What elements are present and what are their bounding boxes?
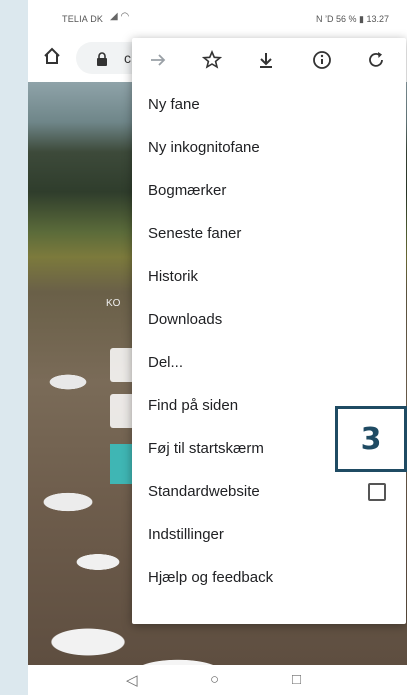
info-icon[interactable] [312,50,332,70]
step-number-callout: 3 [335,406,407,472]
forward-icon[interactable] [148,50,168,70]
url-text: c [124,50,131,66]
carrier-label: TELIA DK [62,14,104,24]
browser-overflow-menu: Ny fane Ny inkognitofane Bogmærker Senes… [132,38,406,624]
menu-item-label: Ny inkognitofane [148,139,260,156]
menu-item-new-incognito-tab[interactable]: Ny inkognitofane [132,125,406,168]
menu-item-recent-tabs[interactable]: Seneste faner [132,211,406,254]
status-right-text: N ’D 56 % ▮ 13.27 [316,14,389,24]
menu-item-share[interactable]: Del... [132,340,406,383]
reload-icon[interactable] [366,50,386,70]
menu-item-label: Føj til startskærm [148,440,264,457]
menu-item-label: Del... [148,354,184,371]
menu-item-label: Hjælp og feedback [148,569,274,586]
menu-item-settings[interactable]: Indstillinger [132,512,406,555]
android-nav-bar: ◁ ○ □ [28,665,407,695]
desktop-site-checkbox[interactable] [368,483,386,501]
menu-item-label: Ny fane [148,96,200,113]
page-text-fragment: KO [106,298,121,309]
menu-item-desktop-site[interactable]: Standardwebsite [132,469,406,512]
bookmark-star-icon[interactable] [202,50,222,70]
download-icon[interactable] [256,50,276,70]
menu-item-label: Historik [148,268,199,285]
menu-item-label: Find på siden [148,397,239,414]
menu-item-history[interactable]: Historik [132,254,406,297]
menu-item-downloads[interactable]: Downloads [132,297,406,340]
signal-wifi-icon: ◢ ◠ [110,11,130,22]
menu-item-label: Standardwebsite [148,483,260,500]
menu-item-label: Seneste faner [148,225,242,242]
recents-nav-icon[interactable]: □ [292,671,301,688]
menu-item-label: Indstillinger [148,526,224,543]
home-icon[interactable] [42,46,62,66]
menu-item-label: Bogmærker [148,182,227,199]
menu-item-new-tab[interactable]: Ny fane [132,82,406,125]
menu-toolbar [132,38,406,82]
home-nav-icon[interactable]: ○ [210,671,219,688]
menu-item-label: Downloads [148,311,223,328]
status-bar: TELIA DK ◢ ◠ N ’D 56 % ▮ 13.27 [28,0,407,30]
lock-icon [97,52,107,66]
menu-item-help-feedback[interactable]: Hjælp og feedback [132,555,406,598]
back-nav-icon[interactable]: ◁ [126,671,138,689]
menu-item-bookmarks[interactable]: Bogmærker [132,168,406,211]
